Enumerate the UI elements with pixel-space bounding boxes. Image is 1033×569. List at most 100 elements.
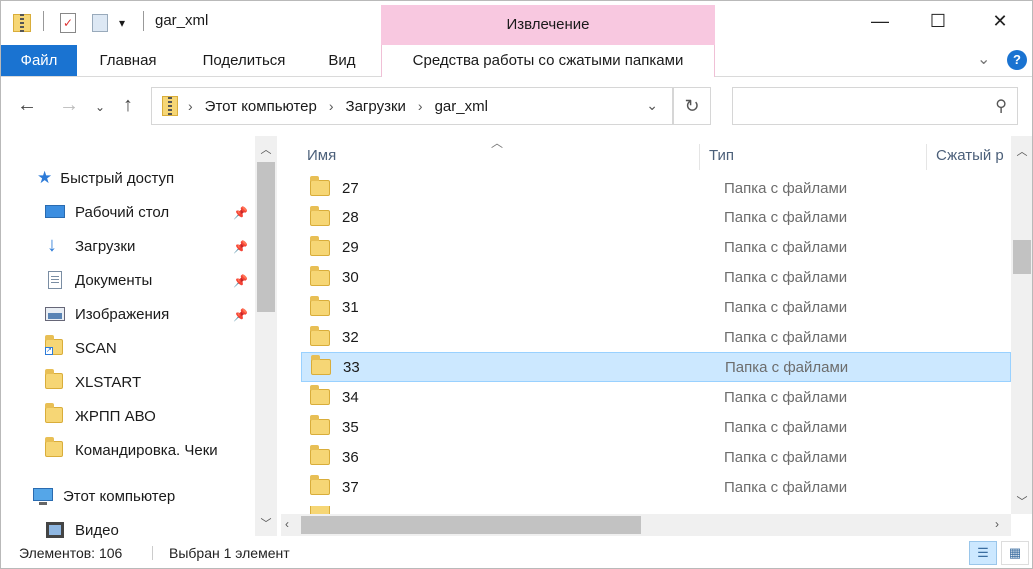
back-arrow-icon[interactable]: ←: [17, 94, 37, 117]
refresh-button[interactable]: ↻: [673, 87, 711, 125]
properties-icon[interactable]: ✓: [57, 9, 79, 37]
column-divider[interactable]: [926, 144, 927, 170]
recent-locations-chevron-icon[interactable]: ⌄: [95, 100, 105, 114]
breadcrumb-this-pc[interactable]: Этот компьютер: [205, 98, 317, 115]
close-button[interactable]: ✕: [971, 1, 1029, 41]
navigation-pane: ★ Быстрый доступ Рабочий стол 📌 ↓ Загруз…: [1, 136, 279, 539]
forward-arrow-icon[interactable]: →: [59, 94, 79, 117]
help-icon[interactable]: ?: [1007, 50, 1027, 70]
scroll-down-chevron-icon[interactable]: ﹀: [255, 512, 277, 534]
folder-icon: [310, 176, 330, 196]
nav-scroll-thumb[interactable]: [257, 162, 275, 312]
large-icons-view-icon: ▦: [1008, 545, 1022, 560]
folder-icon: [310, 235, 330, 256]
download-arrow-icon: ↓: [47, 234, 57, 256]
row-name: 34: [342, 388, 359, 406]
row-name: 32: [342, 329, 359, 346]
row-name: 35: [342, 418, 359, 436]
nav-label: Загрузки: [75, 237, 136, 255]
item-count: Элементов: 106: [19, 545, 123, 561]
new-folder-icon[interactable]: [89, 9, 111, 37]
tab-view[interactable]: Вид: [317, 45, 367, 76]
large-icons-view-button[interactable]: ▦: [1001, 541, 1029, 565]
search-box[interactable]: ⚲: [732, 87, 1018, 125]
folder-icon: [45, 369, 65, 391]
folder-icon: [45, 437, 65, 459]
row-name: 30: [342, 269, 359, 287]
table-row[interactable]: 37 Папка с файлами: [301, 472, 1011, 502]
nav-label: Рабочий стол: [75, 203, 170, 221]
minimize-button[interactable]: —: [851, 1, 909, 41]
folder-icon: [310, 295, 330, 316]
table-row[interactable]: 27 Папка с файлами: [301, 173, 1011, 203]
up-arrow-icon[interactable]: ↑: [123, 94, 133, 117]
nav-quick-access[interactable]: ★ Быстрый доступ: [37, 162, 289, 194]
table-row[interactable]: 29 Папка с файлами: [301, 233, 1011, 263]
table-row[interactable]: 33 Папка с файлами: [301, 352, 1011, 383]
horizontal-scroll-thumb[interactable]: [301, 516, 641, 534]
column-header-name[interactable]: Имя: [307, 136, 336, 176]
column-divider[interactable]: [699, 144, 700, 170]
list-vertical-scrollbar[interactable]: ︿ ﹀: [1011, 136, 1032, 514]
column-header-type[interactable]: Тип: [709, 136, 734, 176]
table-row[interactable]: 30 Папка с файлами: [301, 263, 1011, 293]
pin-icon: 📌: [233, 240, 248, 254]
nav-label: Документы: [75, 271, 153, 289]
column-header-compressed-size[interactable]: Сжатый р: [936, 136, 1011, 176]
scroll-up-chevron-icon[interactable]: ︿: [255, 138, 277, 160]
desktop-icon: [45, 203, 65, 221]
title-bar: ✓ ▾ gar_xml Извлечение — ☐ ✕: [1, 1, 1032, 45]
scroll-right-chevron-icon[interactable]: ›: [995, 517, 999, 531]
explorer-window: ✓ ▾ gar_xml Извлечение — ☐ ✕ Файл Главна…: [0, 0, 1033, 569]
details-view-button[interactable]: ☰: [969, 541, 997, 565]
row-type: Папка с файлами: [724, 388, 848, 406]
address-history-chevron-icon[interactable]: ⌄: [646, 97, 658, 114]
sort-ascending-icon: ︿: [491, 136, 504, 150]
maximize-button[interactable]: ☐: [909, 1, 967, 41]
breadcrumb-separator-icon: ›: [188, 98, 193, 114]
table-row[interactable]: 36 Папка с файлами: [301, 442, 1011, 472]
scroll-up-chevron-icon[interactable]: ︿: [1011, 140, 1032, 162]
table-row-partial: [301, 506, 1011, 514]
ribbon-tabs: Файл Главная Поделиться Вид Средства раб…: [1, 45, 1032, 77]
breadcrumb-separator-icon: ›: [417, 98, 423, 114]
tab-compressed-folder-tools[interactable]: Средства работы со сжатыми папками: [383, 45, 713, 76]
quick-access-dropdown-icon[interactable]: ▾: [119, 9, 125, 37]
folder-icon: [310, 445, 330, 466]
row-type: Папка с файлами: [724, 179, 848, 197]
tab-file[interactable]: Файл: [1, 45, 77, 76]
row-type: Папка с файлами: [724, 269, 848, 287]
nav-label: SCAN: [75, 339, 117, 357]
tab-share[interactable]: Поделиться: [187, 45, 301, 76]
breadcrumb-downloads[interactable]: Загрузки: [346, 98, 406, 115]
row-name: 29: [342, 239, 359, 257]
row-type: Папка с файлами: [724, 209, 848, 227]
ribbon-expand-icon[interactable]: ⌄: [977, 49, 990, 69]
row-name: 27: [342, 179, 359, 197]
zip-folder-icon: [11, 9, 33, 37]
scroll-left-chevron-icon[interactable]: ‹: [285, 517, 289, 531]
row-name: 31: [342, 299, 359, 317]
computer-icon: [33, 487, 53, 505]
nav-label: Изображения: [75, 305, 170, 323]
row-name: 28: [342, 209, 359, 227]
row-type: Папка с файлами: [724, 478, 848, 496]
scroll-down-chevron-icon[interactable]: ﹀: [1011, 490, 1032, 512]
table-row[interactable]: 34 Папка с файлами: [301, 382, 1011, 412]
tab-home[interactable]: Главная: [85, 45, 171, 76]
table-row[interactable]: 32 Папка с файлами: [301, 323, 1011, 353]
table-row[interactable]: 31 Папка с файлами: [301, 293, 1011, 323]
list-scroll-thumb[interactable]: [1013, 240, 1031, 274]
list-horizontal-scrollbar[interactable]: ‹ ›: [281, 514, 1011, 536]
folder-icon: [310, 325, 330, 346]
folder-icon: [310, 205, 330, 226]
nav-this-pc[interactable]: Этот компьютер: [33, 480, 285, 512]
refresh-icon: ↻: [684, 95, 700, 116]
table-row[interactable]: 35 Папка с файлами: [301, 412, 1011, 442]
details-view-icon: ☰: [977, 545, 989, 560]
address-bar[interactable]: › Этот компьютер › Загрузки › gar_xml ⌄: [151, 87, 673, 125]
table-row[interactable]: 28 Папка с файлами: [301, 203, 1011, 233]
nav-vertical-scrollbar[interactable]: ︿ ﹀: [255, 136, 277, 536]
breadcrumb-gar-xml[interactable]: gar_xml: [435, 98, 488, 115]
folder-icon: [310, 415, 330, 436]
